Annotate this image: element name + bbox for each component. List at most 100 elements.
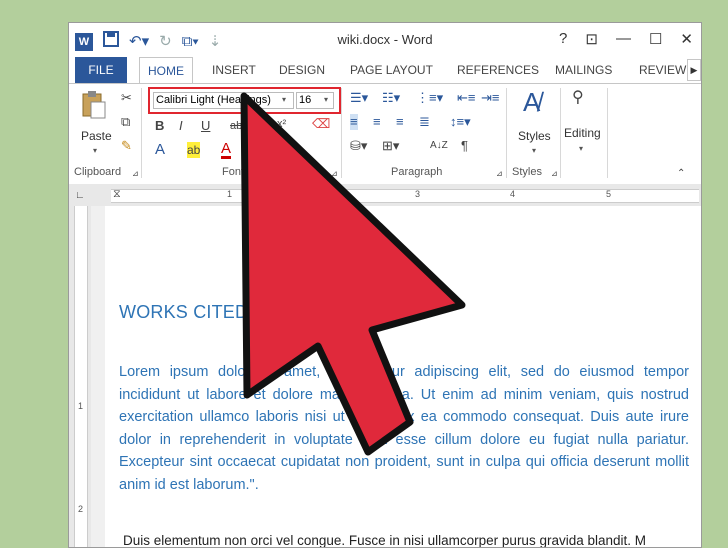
tab-mailings[interactable]: MAILINGS (555, 57, 612, 83)
save-icon[interactable] (103, 31, 119, 52)
ruler-number: 4 (510, 189, 516, 199)
decrease-indent-icon[interactable]: ⇤≡ (457, 90, 475, 106)
document-page[interactable]: WORKS CITED Lorem ipsum dolor sit amet, … (105, 206, 701, 547)
font-name-field[interactable]: Calibri Light (Headings) (153, 92, 294, 109)
divider (560, 88, 561, 178)
window-controls: ? ⊡ — ☐ ✕ (559, 30, 693, 48)
tab-references[interactable]: REFERENCES (457, 57, 539, 83)
tab-insert[interactable]: INSERT (212, 57, 256, 83)
strikethrough-button[interactable]: abc (230, 118, 248, 134)
italic-button[interactable]: I (179, 118, 183, 134)
binoculars-icon[interactable]: ⚲ (572, 90, 584, 106)
editing-dropdown-icon[interactable]: ▾ (579, 144, 583, 153)
tab-review[interactable]: REVIEW (639, 57, 686, 83)
customize-qat-icon[interactable]: ⇣ (209, 33, 222, 51)
vruler-number: 1 (78, 401, 84, 411)
font-launcher-icon[interactable]: ⊿ (331, 166, 338, 182)
clipboard-group-label: Clipboard (74, 166, 122, 178)
align-center-icon[interactable]: ≡ (373, 114, 381, 130)
collapse-ribbon-icon[interactable]: ⌃ (677, 166, 685, 182)
ribbon: Paste ▾ ✂ ⧉ ✎ Clipboard ⊿ Calibri Light … (69, 83, 701, 185)
show-formatting-icon[interactable]: ¶ (461, 138, 468, 154)
divider (341, 88, 342, 178)
superscript-button[interactable]: x² (277, 116, 286, 132)
bullets-icon[interactable]: ☰▾ (350, 90, 368, 106)
help-icon[interactable]: ? (559, 30, 567, 48)
align-left-icon[interactable]: ≡ (350, 114, 358, 130)
ruler-number: 2 (325, 189, 331, 199)
styles-launcher-icon[interactable]: ⊿ (551, 166, 558, 182)
redo-icon[interactable]: ↻ (159, 33, 172, 51)
vertical-ruler-track[interactable] (74, 206, 88, 547)
font-group-label: Font (222, 166, 245, 178)
close-icon[interactable]: ✕ (680, 30, 693, 48)
font-size-dropdown-icon[interactable]: ▾ (324, 95, 328, 104)
copy-icon[interactable]: ⧉ (121, 114, 130, 130)
ribbon-display-icon[interactable]: ⊡ (585, 30, 598, 48)
horizontal-ruler: ∟ ⧖ 1 2 3 4 5 (69, 184, 701, 206)
divider (607, 88, 608, 178)
styles-button[interactable]: Styles (518, 129, 551, 143)
ribbon-tabs: FILE HOME INSERT DESIGN PAGE LAYOUT REFE… (69, 57, 701, 84)
tab-file[interactable]: FILE (75, 57, 127, 83)
works-cited-heading[interactable]: WORKS CITED (119, 301, 251, 323)
multilevel-list-icon[interactable]: ⋮≡▾ (416, 90, 443, 106)
paragraph-group-label: Paragraph (391, 166, 443, 178)
font-color-button[interactable]: A (221, 141, 232, 159)
ruler-number: 5 (606, 189, 612, 199)
clear-formatting-icon[interactable]: ⌫ (312, 116, 330, 132)
minimize-icon[interactable]: — (616, 30, 631, 48)
vruler-number: 2 (78, 504, 84, 514)
maximize-icon[interactable]: ☐ (649, 30, 662, 48)
paste-button[interactable]: Paste (81, 129, 112, 143)
divider (141, 88, 142, 178)
styles-dropdown-icon[interactable]: ▾ (532, 146, 536, 155)
numbering-icon[interactable]: ☷▾ (382, 90, 400, 106)
clipboard-launcher-icon[interactable]: ⊿ (132, 166, 139, 182)
tab-scroll-right-icon[interactable]: ▶ (687, 59, 701, 81)
quick-access-toolbar: W ↶▾ ↻ ⧉▾ ⇣ (75, 31, 221, 52)
underline-button[interactable]: U (201, 118, 210, 134)
justify-icon[interactable]: ≣ (419, 114, 430, 130)
borders-icon[interactable]: ⊞▾ (382, 138, 399, 154)
indent-marker-icon[interactable]: ⧖ (113, 186, 121, 202)
shading-icon[interactable]: ⛁▾ (350, 138, 367, 154)
divider (506, 88, 507, 178)
undo-icon[interactable]: ↶▾ (129, 33, 149, 51)
text-effects-button[interactable]: A (155, 142, 165, 158)
tab-selector-icon[interactable]: ∟ (75, 188, 85, 204)
editing-button[interactable]: Editing (564, 126, 601, 140)
body-paragraph-2[interactable]: Duis elementum non orci vel congue. Fusc… (123, 533, 701, 547)
ruler-number: 1 (227, 189, 233, 199)
ruler-number: 3 (415, 189, 421, 199)
styles-icon[interactable]: A̸ (523, 88, 540, 116)
cut-icon[interactable]: ✂ (121, 90, 132, 106)
highlight-button[interactable]: ab (187, 142, 201, 158)
paste-icon[interactable] (81, 90, 107, 120)
subscript-button[interactable]: x₂ (255, 118, 265, 134)
paragraph-launcher-icon[interactable]: ⊿ (496, 166, 503, 182)
document-area: WORKS CITED Lorem ipsum dolor sit amet, … (91, 206, 701, 547)
vertical-ruler: 1 2 (69, 206, 91, 547)
heading-text: WORKS CITED (119, 302, 249, 322)
word-window: W ↶▾ ↻ ⧉▾ ⇣ wiki.docx - Word ? ⊡ — ☐ ✕ F… (68, 22, 702, 548)
increase-indent-icon[interactable]: ⇥≡ (481, 90, 499, 106)
format-painter-icon[interactable]: ✎ (121, 138, 132, 154)
title-bar: W ↶▾ ↻ ⧉▾ ⇣ wiki.docx - Word ? ⊡ — ☐ ✕ (69, 23, 701, 57)
line-spacing-icon[interactable]: ↕≡▾ (450, 114, 471, 130)
tab-home[interactable]: HOME (139, 57, 193, 84)
word-app-icon[interactable]: W (75, 32, 93, 51)
font-highlight-box: Calibri Light (Headings) ▾ 16 ▾ (148, 87, 341, 114)
quick-access-icon[interactable]: ⧉▾ (182, 33, 199, 51)
body-paragraph[interactable]: Lorem ipsum dolor sit amet, consectetur … (119, 361, 689, 497)
font-size-field[interactable]: 16 (296, 92, 334, 109)
font-name-dropdown-icon[interactable]: ▾ (282, 95, 286, 104)
sort-icon[interactable]: A↓Z (430, 138, 448, 154)
align-right-icon[interactable]: ≡ (396, 114, 404, 130)
bold-button[interactable]: B (155, 118, 164, 134)
text-cursor (249, 301, 251, 321)
tab-page-layout[interactable]: PAGE LAYOUT (350, 57, 433, 83)
tab-design[interactable]: DESIGN (279, 57, 325, 83)
styles-group-label: Styles (512, 166, 542, 178)
paste-dropdown-icon[interactable]: ▾ (93, 146, 97, 155)
